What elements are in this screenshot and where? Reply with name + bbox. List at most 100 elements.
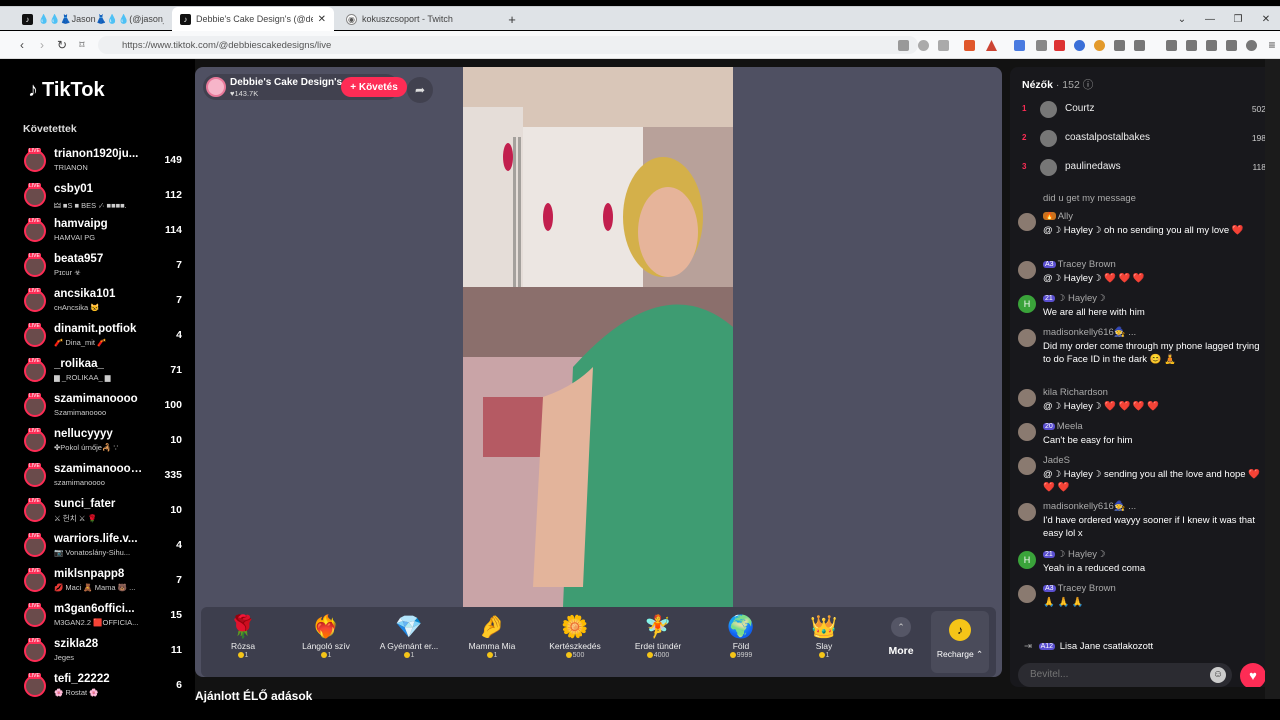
extension-icon[interactable] [1074, 40, 1085, 51]
extension-icon[interactable] [1094, 40, 1105, 51]
following-item[interactable]: LIVE nellucyyyy ✤Pokol úrnője🦂 ∵ 10 [22, 426, 192, 460]
restore-icon[interactable]: ❐ [1224, 7, 1252, 31]
top-viewer-row[interactable]: 1 Courtz 502 [1020, 97, 1268, 123]
following-item[interactable]: LIVE _rolikaa_ ▆ _ROLIKAA_ ▆ 71 [22, 356, 192, 390]
chat-username[interactable]: 21 ☽ Hayley☽ [1043, 293, 1106, 304]
leo-icon[interactable] [1226, 40, 1237, 51]
media-icon[interactable] [1166, 40, 1177, 51]
chat-username[interactable]: 21 ☽ Hayley☽ [1043, 549, 1106, 560]
following-item[interactable]: LIVE szamimanoooooo szamimanoooo 335 [22, 461, 192, 495]
following-item[interactable]: LIVE m3gan6offici... M3GAN2.2 🟥OFFICIA... 1… [22, 601, 192, 635]
chat-username[interactable]: 20 Meela [1043, 421, 1083, 432]
extension-icon[interactable] [1014, 40, 1025, 51]
following-item[interactable]: LIVE trianon1920ju... TRIANON 149 [22, 146, 192, 180]
close-tab-icon[interactable]: ✕ [318, 14, 326, 25]
brave-shield-icon[interactable] [964, 40, 975, 51]
tab-jason[interactable]: ♪ 💧💧👗Jason👗💧💧(@jason_sa [14, 7, 164, 31]
chat-username[interactable]: kila Richardson [1043, 387, 1108, 398]
chat-username[interactable]: madisonkelly616🧙 ... [1043, 327, 1136, 338]
follow-button[interactable]: + Követés [341, 77, 407, 97]
gift-item[interactable]: 💎 A Gyémánt er... 1 [369, 613, 449, 673]
chat-username[interactable]: did u get my message [1043, 193, 1136, 204]
extension-icon[interactable] [1134, 40, 1145, 51]
joined-user[interactable]: Lisa Jane [1060, 641, 1101, 652]
tiktok-page: ♪ TikTok Követettek LIVE trianon1920ju...… [10, 59, 1280, 703]
following-item[interactable]: LIVE beata957 Pɪcur ☣ 7 [22, 251, 192, 285]
gift-icon: 🤌 [478, 614, 506, 639]
host-name[interactable]: Debbie's Cake Design's [230, 77, 342, 88]
chat-username[interactable]: A3 Tracey Brown [1043, 583, 1116, 594]
forward-icon[interactable]: › [34, 37, 50, 53]
following-item[interactable]: LIVE csby01 🜲 ■S ■ BES ·⁄· ■■■■. 112 [22, 181, 192, 215]
url-field[interactable]: https://www.tiktok.com/@debbiescakedesig… [98, 36, 918, 54]
following-item[interactable]: LIVE ancsika101 ᴄʜAncsika 😺 7 [22, 286, 192, 320]
chat-username[interactable]: madisonkelly616🧙 ... [1043, 501, 1136, 512]
share-page-icon[interactable] [938, 40, 949, 51]
gift-item[interactable]: 🌹 Rózsa 1 [203, 613, 283, 673]
avatar: LIVE [24, 673, 46, 697]
chat-username[interactable]: JadeS [1043, 455, 1070, 466]
vpn-icon[interactable] [1246, 40, 1257, 51]
recharge-button[interactable]: ♪ Recharge ⌃ [931, 611, 989, 673]
avatar[interactable] [1018, 329, 1036, 347]
back-icon[interactable]: ‹ [14, 37, 30, 53]
gift-item[interactable]: ❤️‍🔥 Lángoló szív 1 [286, 613, 366, 673]
tab-twitch[interactable]: ◉ kokuszcsoport - Twitch [338, 7, 498, 31]
top-viewer-row[interactable]: 2 coastalpostalbakes 198 [1020, 126, 1268, 152]
share-icon[interactable]: ➦ [407, 77, 433, 103]
extension-icon[interactable] [1036, 40, 1047, 51]
avatar[interactable] [1018, 213, 1036, 231]
sidebar-toggle-icon[interactable] [1186, 40, 1197, 51]
zoom-icon[interactable] [918, 40, 929, 51]
menu-icon[interactable]: ≡ [1264, 37, 1280, 53]
avatar[interactable]: H [1018, 295, 1036, 313]
following-item[interactable]: LIVE dinamit.potfiok 🧨 Dina_mit 🧨 4 [22, 321, 192, 355]
tab-list-icon[interactable]: ⌄ [1168, 7, 1196, 31]
chat-input[interactable] [1018, 663, 1232, 687]
more-gifts-button[interactable]: ⌃ More [879, 617, 923, 657]
avatar[interactable] [1018, 585, 1036, 603]
new-tab-button[interactable]: + [498, 7, 526, 31]
following-item[interactable]: LIVE miklsnpapp8 💋 Maci 🧸 Mama 🐻 ... 7 [22, 566, 192, 600]
wallet-icon[interactable] [1206, 40, 1217, 51]
heart-icon[interactable]: ♥ [1240, 663, 1266, 687]
following-item[interactable]: LIVE sunci_fater ⚔ 헌치 ⚔ 🌹 10 [22, 496, 192, 530]
avatar[interactable]: H [1018, 551, 1036, 569]
gift-item[interactable]: 🌼 Kertészkedés 500 [535, 613, 615, 673]
translate-icon[interactable] [898, 40, 909, 51]
gift-price: 1 [286, 652, 366, 659]
gift-item[interactable]: 🌍 Föld 9999 [701, 613, 781, 673]
following-item[interactable]: LIVE hamvaipg HAMVAI PG 114 [22, 216, 192, 250]
gift-price: 9999 [701, 652, 781, 659]
avatar[interactable] [1018, 261, 1036, 279]
avatar[interactable] [1018, 389, 1036, 407]
minimize-icon[interactable]: — [1196, 7, 1224, 31]
close-window-icon[interactable]: ✕ [1252, 7, 1280, 31]
bookmark-icon[interactable]: ⌑ [74, 37, 90, 53]
tiktok-logo[interactable]: ♪ TikTok [28, 79, 105, 102]
chat-username[interactable]: A3 Tracey Brown [1043, 259, 1116, 270]
viewer-name: Courtz [1065, 103, 1095, 114]
live-video[interactable] [463, 67, 733, 607]
gift-item[interactable]: 🧚 Erdei tündér 4000 [618, 613, 698, 673]
gift-item[interactable]: 🤌 Mamma Mia 1 [452, 613, 532, 673]
rewards-icon[interactable] [986, 40, 997, 51]
avatar[interactable] [1018, 457, 1036, 475]
host-avatar[interactable] [206, 77, 226, 97]
following-item[interactable]: LIVE szamimanoooo Szamimanoooo 100 [22, 391, 192, 425]
following-item[interactable]: LIVE warriors.life.v... 📷 Vonatoslány-Sihu… [22, 531, 192, 565]
chat-username[interactable]: 🔥 Ally [1043, 211, 1073, 222]
reload-icon[interactable]: ↻ [54, 37, 70, 53]
avatar[interactable] [1018, 503, 1036, 521]
extensions-puzzle-icon[interactable] [1114, 40, 1125, 51]
top-viewer-row[interactable]: 3 paulinedaws 118 [1020, 155, 1268, 181]
following-item[interactable]: LIVE szikla28 Jeges 11 [22, 636, 192, 670]
avatar[interactable] [1018, 423, 1036, 441]
emoji-icon[interactable]: ☺ [1210, 667, 1226, 683]
gift-item[interactable]: 👑 Slay 1 [784, 613, 864, 673]
tab-debbie[interactable]: ♪ Debbie's Cake Design's (@de ✕ [172, 7, 334, 31]
following-item[interactable]: LIVE tefi_22222 🌸 Rostat 🌸 6 [22, 671, 192, 705]
extension-icon[interactable] [1054, 40, 1065, 51]
info-icon[interactable]: ⓘ [1083, 79, 1094, 91]
page-scrollbar[interactable] [1265, 59, 1280, 699]
